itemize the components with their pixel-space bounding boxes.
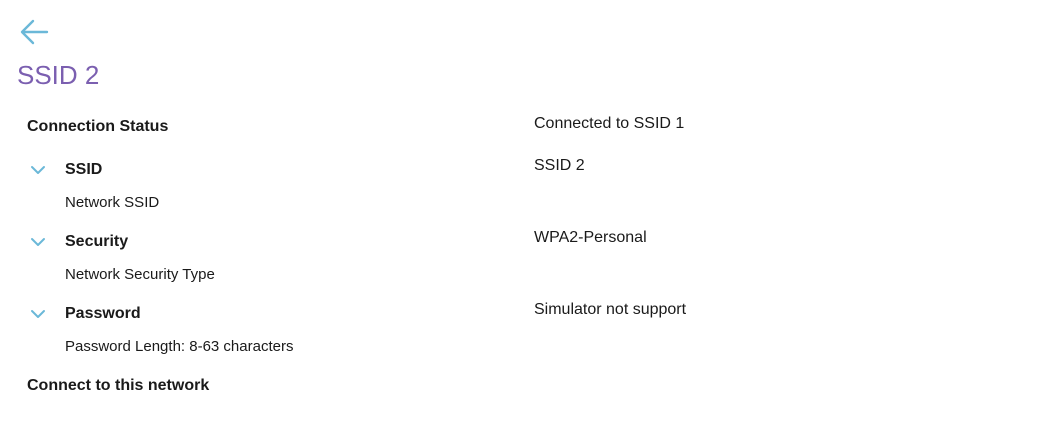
security-label: Security [65,233,129,250]
ssid-value[interactable]: SSID 2 [534,156,585,176]
security-value[interactable]: WPA2-Personal [534,228,647,248]
back-button[interactable] [18,16,50,48]
connect-network-button[interactable]: Connect to this network [27,376,209,396]
ssid-expand-toggle[interactable] [28,160,48,180]
ssid-label: SSID [65,161,103,178]
connection-status-value: Connected to SSID 1 [534,115,685,132]
page-title: SSID 2 [17,60,100,90]
security-description: Network Security Type [65,266,215,283]
arrow-left-icon [20,19,49,45]
password-expand-toggle[interactable] [28,304,48,324]
chevron-down-icon [31,238,45,246]
password-value[interactable]: Simulator not support [534,300,686,320]
chevron-down-icon [31,310,45,318]
connection-status-label: Connection Status [27,118,169,135]
network-detail-page: SSID 2 Connection Status Connected to SS… [0,0,1051,435]
password-description: Password Length: 8-63 characters [65,338,294,355]
password-label: Password [65,305,141,322]
ssid-description: Network SSID [65,194,160,211]
security-expand-toggle[interactable] [28,232,48,252]
chevron-down-icon [31,166,45,174]
